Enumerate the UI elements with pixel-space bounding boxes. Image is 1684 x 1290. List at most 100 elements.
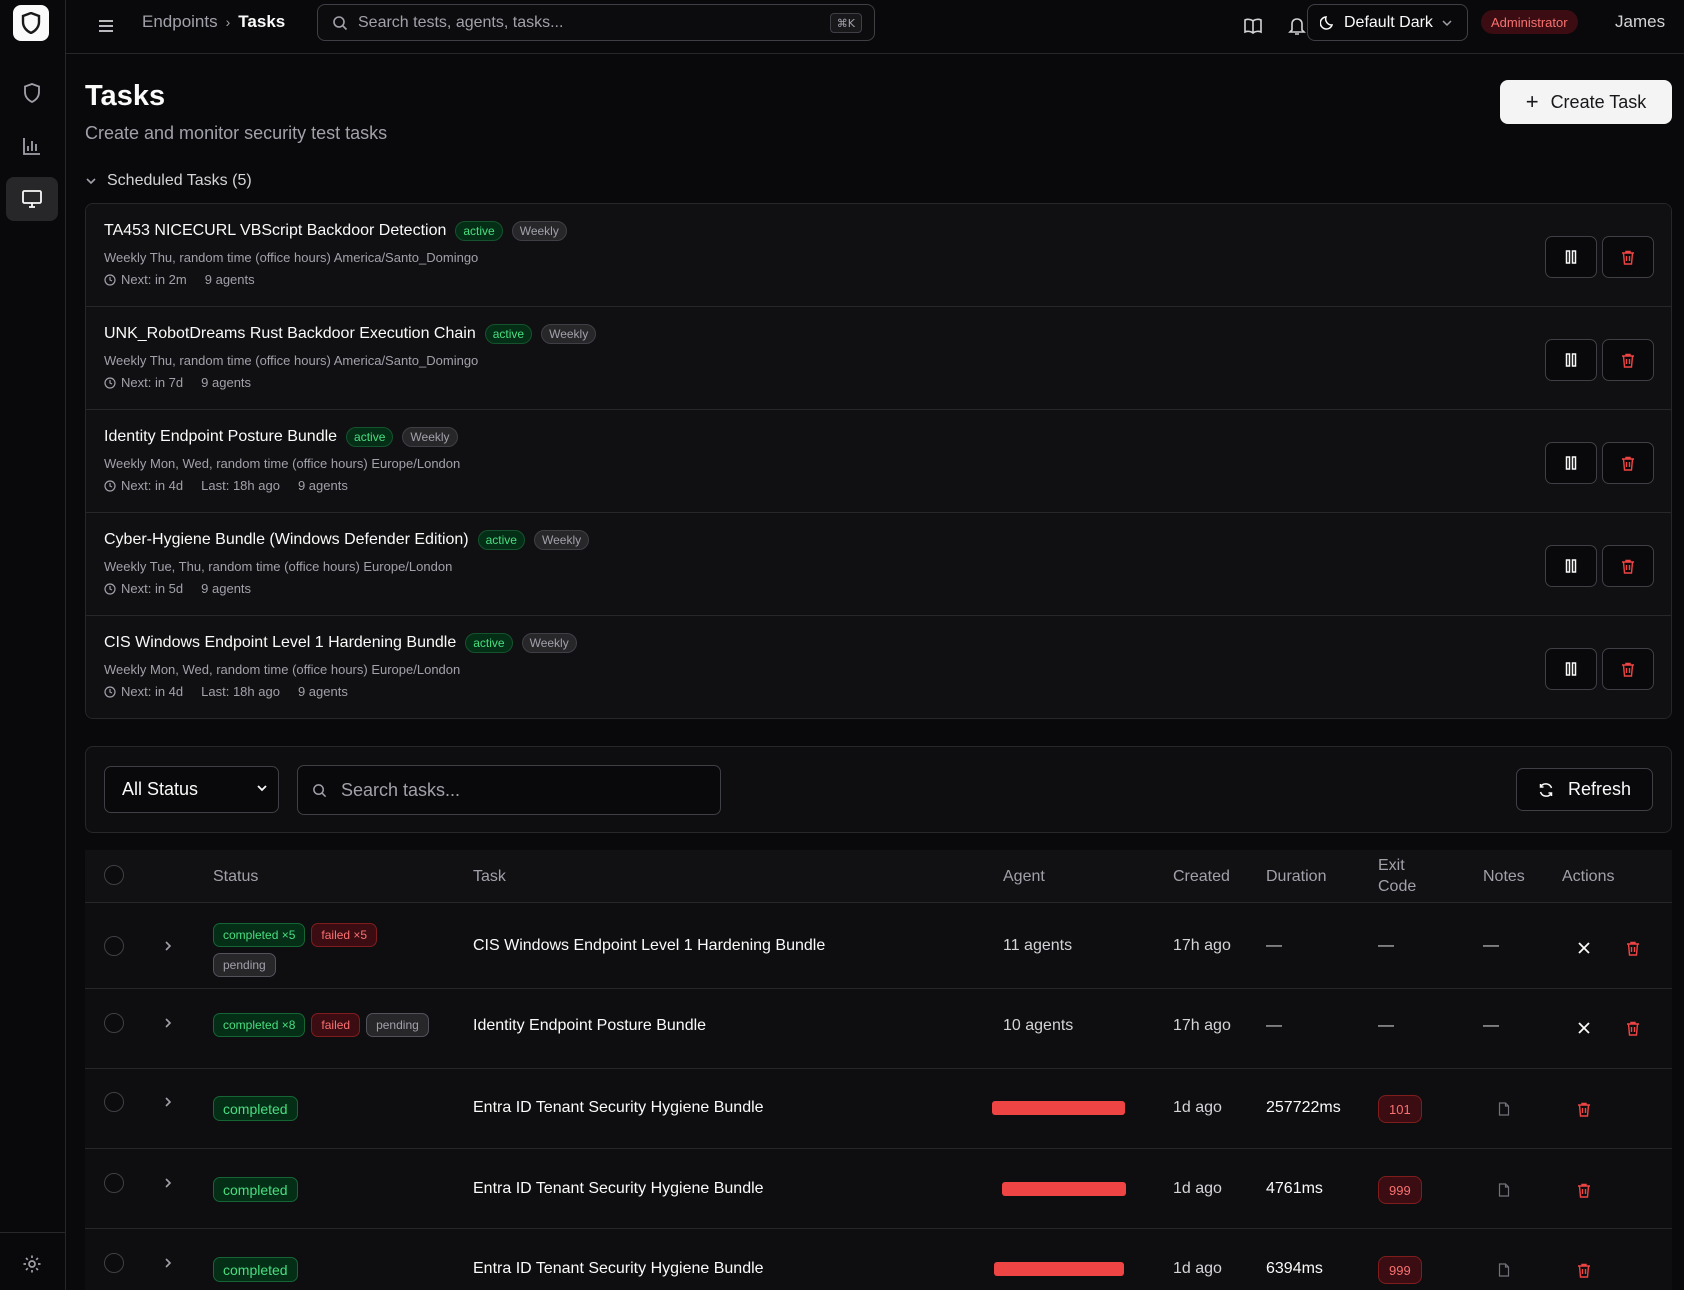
moon-icon xyxy=(1320,15,1334,30)
exit-code-badge: 999 xyxy=(1378,1256,1422,1284)
row-expand-button[interactable] xyxy=(160,938,176,954)
status-filter-select[interactable]: All Status xyxy=(104,766,279,813)
theme-selector[interactable]: Default Dark xyxy=(1307,4,1468,41)
row-expand-button[interactable] xyxy=(160,1094,176,1110)
column-exit-code-line1: Exit xyxy=(1378,857,1405,874)
filter-bar: All Status Search tasks... Refresh xyxy=(85,746,1672,833)
table-row[interactable]: completed ×8 failed pending Identity End… xyxy=(85,989,1672,1069)
task-name[interactable]: Entra ID Tenant Security Hygiene Bundle xyxy=(473,1180,764,1198)
page-subtitle: Create and monitor security test tasks xyxy=(85,123,388,143)
created-cell: 1d ago xyxy=(1173,1099,1222,1116)
sidebar-item-analytics[interactable] xyxy=(6,124,58,168)
task-search-input[interactable]: Search tasks... xyxy=(297,765,721,815)
search-icon xyxy=(332,15,348,31)
delete-button[interactable] xyxy=(1602,545,1654,587)
created-cell: 1d ago xyxy=(1173,1260,1222,1277)
row-checkbox[interactable] xyxy=(104,936,124,956)
row-checkbox[interactable] xyxy=(104,1013,124,1033)
cancel-button[interactable] xyxy=(1574,1018,1594,1038)
sidebar-item-security[interactable] xyxy=(6,71,58,115)
breadcrumb-endpoints[interactable]: Endpoints xyxy=(142,12,218,32)
next-run: Next: in 2m xyxy=(121,272,187,287)
delete-button[interactable] xyxy=(1623,1018,1643,1038)
delete-button[interactable] xyxy=(1574,1260,1594,1280)
scheduled-task-item: Cyber-Hygiene Bundle (Windows Defender E… xyxy=(86,513,1671,616)
clock-icon xyxy=(104,685,116,698)
select-all-checkbox[interactable] xyxy=(104,865,124,885)
task-name[interactable]: Identity Endpoint Posture Bundle xyxy=(473,1017,706,1035)
breadcrumb: Endpoints › Tasks xyxy=(142,12,285,32)
notes-button[interactable] xyxy=(1494,1180,1514,1200)
global-search-input[interactable]: Search tests, agents, tasks... ⌘K xyxy=(317,4,875,41)
status-badge-pending: pending xyxy=(213,953,276,977)
pause-button[interactable] xyxy=(1545,545,1597,587)
sidebar-item-settings[interactable] xyxy=(6,1242,58,1286)
agent-count: 9 agents xyxy=(297,684,348,699)
pause-button[interactable] xyxy=(1545,339,1597,381)
table-row[interactable]: completed ×5 failed ×5 pending CIS Windo… xyxy=(85,903,1672,989)
cancel-button[interactable] xyxy=(1574,938,1594,958)
schedule-description: Weekly Tue, Thu, random time (office hou… xyxy=(104,559,453,574)
chevron-right-icon xyxy=(165,1258,172,1268)
redacted-agent-name xyxy=(1002,1182,1126,1196)
column-exit-code[interactable]: Exit Code xyxy=(1378,855,1416,897)
delete-button[interactable] xyxy=(1602,236,1654,278)
chevron-right-icon: › xyxy=(225,14,231,30)
column-created[interactable]: Created xyxy=(1173,866,1230,887)
clock-icon xyxy=(104,582,116,595)
pause-button[interactable] xyxy=(1545,236,1597,278)
task-name[interactable]: CIS Windows Endpoint Level 1 Hardening B… xyxy=(473,937,825,955)
app-logo[interactable] xyxy=(13,5,49,41)
trash-icon xyxy=(1622,250,1634,265)
duration-cell: 6394ms xyxy=(1266,1260,1323,1277)
status-badges: completed xyxy=(213,1096,413,1121)
row-checkbox[interactable] xyxy=(104,1253,124,1273)
trash-icon xyxy=(1627,1021,1639,1036)
column-task[interactable]: Task xyxy=(473,866,506,887)
page-title: Tasks xyxy=(85,80,166,112)
table-row[interactable]: completed Entra ID Tenant Security Hygie… xyxy=(85,1149,1672,1229)
pause-button[interactable] xyxy=(1545,648,1597,690)
search-icon xyxy=(313,783,327,797)
row-expand-button[interactable] xyxy=(160,1015,176,1031)
column-status[interactable]: Status xyxy=(213,866,258,887)
task-name[interactable]: Entra ID Tenant Security Hygiene Bundle xyxy=(473,1260,764,1278)
docs-button[interactable] xyxy=(1237,10,1269,42)
pause-button[interactable] xyxy=(1545,442,1597,484)
delete-button[interactable] xyxy=(1602,339,1654,381)
scheduled-task-item: UNK_RobotDreams Rust Backdoor Execution … xyxy=(86,307,1671,410)
sidebar-item-endpoints[interactable] xyxy=(6,177,58,221)
pause-icon xyxy=(1565,662,1577,676)
exit-code-cell: — xyxy=(1378,937,1394,954)
status-badges: completed xyxy=(213,1177,413,1202)
menu-toggle-button[interactable] xyxy=(90,10,122,42)
last-run: Last: 18h ago xyxy=(201,684,280,699)
user-name[interactable]: James xyxy=(1615,12,1665,32)
column-agent[interactable]: Agent xyxy=(1003,866,1045,887)
delete-button[interactable] xyxy=(1623,938,1643,958)
refresh-button[interactable]: Refresh xyxy=(1516,768,1653,811)
row-checkbox[interactable] xyxy=(104,1092,124,1112)
delete-button[interactable] xyxy=(1602,442,1654,484)
delete-button[interactable] xyxy=(1574,1180,1594,1200)
delete-button[interactable] xyxy=(1602,648,1654,690)
row-expand-button[interactable] xyxy=(160,1255,176,1271)
global-search-placeholder: Search tests, agents, tasks... xyxy=(358,13,564,31)
search-shortcut-hint: ⌘K xyxy=(829,13,862,33)
status-badges: completed xyxy=(213,1257,413,1282)
create-task-button[interactable]: + Create Task xyxy=(1500,80,1672,124)
task-name[interactable]: Entra ID Tenant Security Hygiene Bundle xyxy=(473,1099,764,1117)
gear-icon xyxy=(23,1255,41,1273)
trash-icon xyxy=(1622,456,1634,471)
table-row[interactable]: completed Entra ID Tenant Security Hygie… xyxy=(85,1229,1672,1290)
table-row[interactable]: completed Entra ID Tenant Security Hygie… xyxy=(85,1069,1672,1149)
scheduled-tasks-toggle[interactable]: Scheduled Tasks (5) xyxy=(85,172,252,190)
column-duration[interactable]: Duration xyxy=(1266,866,1326,887)
delete-button[interactable] xyxy=(1574,1099,1594,1119)
row-checkbox[interactable] xyxy=(104,1173,124,1193)
notes-button[interactable] xyxy=(1494,1099,1514,1119)
scheduled-task-item: CIS Windows Endpoint Level 1 Hardening B… xyxy=(86,616,1671,718)
notes-button[interactable] xyxy=(1494,1260,1514,1280)
row-expand-button[interactable] xyxy=(160,1175,176,1191)
scheduled-tasks-label: Scheduled Tasks (5) xyxy=(107,172,252,189)
